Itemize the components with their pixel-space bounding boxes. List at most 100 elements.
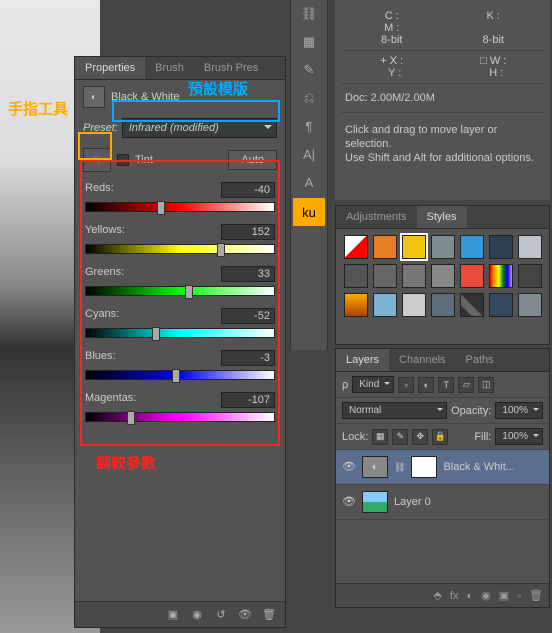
mask-icon[interactable]: ◐ [466,590,473,602]
slider-value[interactable]: 152 [221,224,275,240]
style-swatch[interactable] [344,293,368,317]
auto-button[interactable]: Auto [228,150,277,170]
style-swatch[interactable] [431,293,455,317]
fill-input[interactable]: 100% [495,428,543,445]
fx-icon[interactable]: fx [450,590,459,602]
properties-panel: Properties Brush Brush Pres ◐ Black & Wh… [74,56,286,628]
style-swatch[interactable] [431,264,455,288]
eye-icon[interactable]: 👁 [342,495,356,509]
style-swatch[interactable] [402,264,426,288]
slider-value[interactable]: -107 [221,392,275,408]
style-swatch[interactable] [460,264,484,288]
slider-knob[interactable] [172,369,180,383]
layer-item[interactable]: 👁 Layer 0 [336,485,549,520]
blend-mode-dropdown[interactable]: Normal [342,402,447,419]
link-layers-icon[interactable]: ⬘ [433,589,441,602]
layer-name[interactable]: Layer 0 [394,496,431,508]
slider-knob[interactable] [157,201,165,215]
lock-position-icon[interactable]: ✥ [412,429,428,445]
text-icon[interactable]: A| [291,140,327,168]
char-icon[interactable]: A [291,168,327,196]
preset-dropdown[interactable]: Infrared (modified) [122,118,277,138]
finger-tool-button[interactable]: ☟ [83,148,111,172]
style-swatch[interactable] [518,293,542,317]
filter-adjust-icon[interactable]: ◐ [418,377,434,393]
style-swatch[interactable] [373,264,397,288]
slider-value[interactable]: 33 [221,266,275,282]
style-swatch[interactable] [402,235,426,259]
slider-track[interactable] [85,412,275,422]
style-swatch[interactable] [489,264,513,288]
slider-label: Yellows: [85,224,125,240]
style-swatch[interactable] [344,235,368,259]
lock-all-icon[interactable]: 🔒 [432,429,448,445]
slider-value[interactable]: -3 [221,350,275,366]
new-layer-icon[interactable]: ▫ [517,590,521,602]
clip-icon[interactable]: ▣ [165,607,181,623]
filter-kind-dropdown[interactable]: Kind [352,376,394,393]
layer-name[interactable]: Black & Whit... [443,461,515,473]
hint-text: Click and drag to move layer or selectio… [341,113,544,175]
style-icon[interactable]: ku [293,198,325,226]
slider-track[interactable] [85,202,275,212]
slider-value[interactable]: -40 [221,182,275,198]
slider-track[interactable] [85,370,275,380]
style-swatch[interactable] [431,235,455,259]
adjustment-icon[interactable]: ◉ [481,589,491,602]
opacity-input[interactable]: 100% [495,402,543,419]
lock-transparent-icon[interactable]: ▦ [372,429,388,445]
tab-styles[interactable]: Styles [417,206,467,228]
filter-shape-icon[interactable]: ▱ [458,377,474,393]
layer-item[interactable]: 👁 ◐ ⛓ Black & Whit... [336,450,549,485]
style-swatch[interactable] [373,235,397,259]
mask-thumb[interactable] [411,456,437,478]
group-icon[interactable]: ▣ [499,589,509,602]
style-swatch[interactable] [489,235,513,259]
filter-pixel-icon[interactable]: ▫ [398,377,414,393]
histogram-icon[interactable]: ⛓ [291,0,327,28]
slider-track[interactable] [85,328,275,338]
style-swatch[interactable] [489,293,513,317]
trash-icon[interactable]: 🗑 [529,589,543,602]
filter-smart-icon[interactable]: ◫ [478,377,494,393]
style-swatch[interactable] [460,235,484,259]
slider-track[interactable] [85,286,275,296]
slider-label: Magentas: [85,392,136,408]
slider-knob[interactable] [152,327,160,341]
slider-knob[interactable] [185,285,193,299]
style-swatch[interactable] [460,293,484,317]
tab-brush[interactable]: Brush [145,57,194,79]
style-swatch[interactable] [402,293,426,317]
swatches-icon[interactable]: ▦ [291,28,327,56]
style-swatch[interactable] [344,264,368,288]
tab-channels[interactable]: Channels [389,349,455,371]
paragraph-icon[interactable]: ¶ [291,112,327,140]
style-swatch[interactable] [518,235,542,259]
slider-value[interactable]: -52 [221,308,275,324]
slider-knob[interactable] [127,411,135,425]
lock-pixels-icon[interactable]: ✎ [392,429,408,445]
tint-checkbox[interactable] [117,154,129,166]
tab-paths[interactable]: Paths [456,349,504,371]
clone-icon[interactable]: ⎌ [291,84,327,112]
brush-icon[interactable]: ✎ [291,56,327,84]
bw-adjustment-icon: ◐ [83,86,105,108]
doc-size: Doc: 2.00M/2.00M [341,84,544,113]
slider-knob[interactable] [217,243,225,257]
style-swatch[interactable] [518,264,542,288]
properties-tabs: Properties Brush Brush Pres [75,57,285,80]
layer-thumb[interactable] [362,491,388,513]
tab-brush-presets[interactable]: Brush Pres [194,57,268,79]
tab-layers[interactable]: Layers [336,349,389,371]
tab-properties[interactable]: Properties [75,57,145,79]
view-previous-icon[interactable]: ◉ [189,607,205,623]
eye-icon[interactable]: 👁 [342,460,356,474]
reset-icon[interactable]: ↺ [213,607,229,623]
visibility-icon[interactable]: 👁 [237,607,253,623]
filter-type-icon[interactable]: T [438,377,454,393]
tab-adjustments[interactable]: Adjustments [336,206,417,228]
slider-track[interactable] [85,244,275,254]
style-swatch[interactable] [373,293,397,317]
link-icon[interactable]: ⛓ [394,462,405,473]
trash-icon[interactable]: 🗑 [261,607,277,623]
